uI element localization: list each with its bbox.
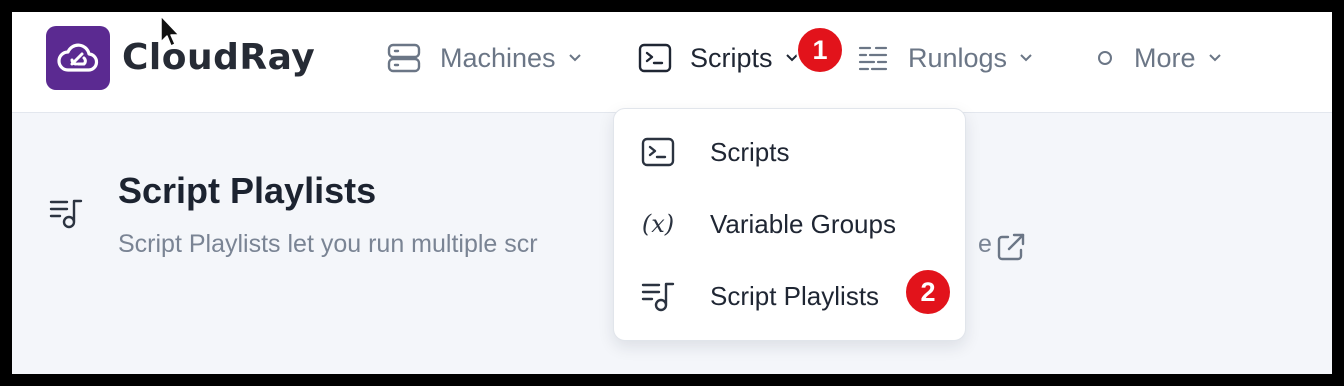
terminal-icon xyxy=(641,137,675,167)
dropdown-label-script-playlists: Script Playlists xyxy=(710,280,880,311)
nav-label-machines: Machines xyxy=(440,42,556,73)
nav-label-runlogs: Runlogs xyxy=(908,42,1008,73)
nav-item-runlogs[interactable]: Runlogs xyxy=(856,40,1033,76)
chevron-down-icon xyxy=(568,54,581,62)
chevron-down-icon xyxy=(1208,54,1221,62)
step-badge-1: 1 xyxy=(796,26,844,74)
page-description-tail: e xyxy=(978,230,992,258)
nav-item-machines[interactable]: Machines xyxy=(386,40,582,76)
terminal-icon xyxy=(638,43,672,73)
mouse-cursor-icon xyxy=(160,15,180,47)
playlist-icon xyxy=(49,199,83,229)
external-link-icon[interactable] xyxy=(994,230,1028,264)
cloud-icon xyxy=(57,43,99,72)
playlist-icon xyxy=(641,282,675,312)
page-title: Script Playlists xyxy=(118,170,377,211)
server-icon xyxy=(387,43,421,73)
nav-item-scripts[interactable]: Scripts xyxy=(638,40,799,76)
variable-icon: (x) xyxy=(641,210,675,238)
step-badge-2: 2 xyxy=(904,268,952,316)
circle-icon xyxy=(1098,51,1112,65)
logo[interactable] xyxy=(46,26,110,90)
brand-name: CloudRay xyxy=(122,37,316,78)
app-window: CloudRay Machines Scripts Runlogs More S… xyxy=(12,12,1332,374)
page-description: Script Playlists let you run multiple sc… xyxy=(118,230,538,258)
dropdown-item-scripts[interactable]: Scripts xyxy=(614,122,965,182)
nav-label-more: More xyxy=(1134,42,1196,73)
dropdown-label-variable-groups: Variable Groups xyxy=(710,208,896,239)
top-navigation-bar: CloudRay Machines Scripts Runlogs More xyxy=(12,12,1332,113)
chevron-down-icon xyxy=(1020,54,1032,62)
nav-label-scripts: Scripts xyxy=(690,42,773,73)
dropdown-item-variable-groups[interactable]: (x) Variable Groups xyxy=(614,194,965,254)
list-lines-icon xyxy=(858,46,888,71)
nav-item-more[interactable]: More xyxy=(1096,40,1222,76)
dropdown-label-scripts: Scripts xyxy=(710,136,790,167)
